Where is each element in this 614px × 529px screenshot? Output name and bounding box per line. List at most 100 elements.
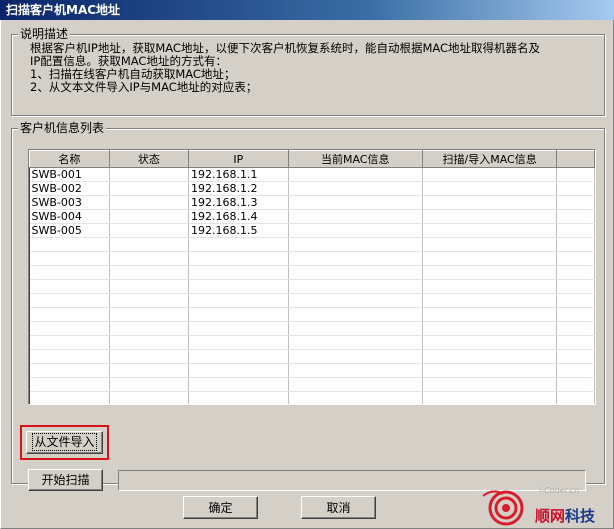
empty-cell [188, 321, 289, 336]
cancel-button[interactable]: 取消 [301, 496, 376, 519]
empty-cell [556, 293, 595, 308]
cell-scanned-mac [422, 209, 558, 224]
cell-filler [556, 223, 595, 238]
empty-cell [556, 237, 595, 252]
empty-row [29, 251, 595, 266]
start-scan-button[interactable]: 开始扫描 [28, 469, 103, 491]
table-row[interactable]: SWB-002 192.168.1.2 [29, 181, 595, 196]
empty-cell [188, 265, 289, 280]
empty-cell [288, 251, 423, 266]
empty-cell [188, 279, 289, 294]
cell-ip: 192.168.1.1 [188, 167, 289, 182]
cell-current-mac [288, 223, 423, 238]
empty-cell [109, 377, 190, 392]
empty-cell [422, 349, 558, 364]
empty-cell [109, 391, 190, 404]
empty-cell [109, 279, 190, 294]
cell-ip: 192.168.1.4 [188, 209, 289, 224]
table-row[interactable]: SWB-003 192.168.1.3 [29, 195, 595, 210]
dialog-body: 说明描述 根据客户机IP地址，获取MAC地址，以便下次客户机恢复系统时，能自动根… [0, 20, 614, 529]
empty-cell [556, 251, 595, 266]
empty-cell [109, 349, 190, 364]
empty-cell [288, 391, 423, 404]
empty-cell [556, 349, 595, 364]
empty-cell [29, 237, 110, 252]
empty-cell [29, 349, 110, 364]
empty-cell [29, 265, 110, 280]
watermark-brand-blue: 科技 [565, 507, 596, 525]
empty-cell [109, 321, 190, 336]
empty-cell [188, 377, 289, 392]
empty-cell [422, 265, 558, 280]
empty-cell [109, 293, 190, 308]
watermark-brand-red: 顺网 [535, 507, 566, 525]
title-bar[interactable]: 扫描客户机MAC地址 [0, 0, 614, 20]
cell-current-mac [288, 181, 423, 196]
client-table: 名称 状态 IP 当前MAC信息 扫描/导入MAC信息 SWB-001 192.1… [29, 150, 595, 404]
empty-cell [556, 335, 595, 350]
empty-cell [188, 391, 289, 404]
empty-row [29, 349, 595, 364]
empty-row [29, 391, 595, 404]
import-from-file-button[interactable]: 从文件导入 [26, 431, 103, 454]
cell-current-mac [288, 167, 423, 182]
empty-cell [556, 307, 595, 322]
cell-scanned-mac [422, 195, 558, 210]
cell-current-mac [288, 195, 423, 210]
empty-cell [422, 391, 558, 404]
empty-cell [288, 307, 423, 322]
cell-status [109, 223, 190, 238]
empty-row [29, 363, 595, 378]
empty-cell [29, 335, 110, 350]
empty-cell [288, 265, 423, 280]
empty-cell [109, 265, 190, 280]
client-list-group-label: 客户机信息列表 [18, 121, 107, 135]
watermark: i-Coder.cn 顺网科技 [479, 486, 609, 528]
empty-row [29, 307, 595, 322]
empty-cell [556, 391, 595, 404]
empty-cell [422, 293, 558, 308]
cell-ip: 192.168.1.3 [188, 195, 289, 210]
column-header-scanned-mac[interactable]: 扫描/导入MAC信息 [421, 150, 558, 168]
empty-cell [188, 293, 289, 308]
client-table-container[interactable]: 名称 状态 IP 当前MAC信息 扫描/导入MAC信息 SWB-001 192.1… [28, 149, 596, 405]
column-header-filler [556, 150, 595, 168]
empty-cell [288, 335, 423, 350]
table-header-row: 名称 状态 IP 当前MAC信息 扫描/导入MAC信息 [29, 150, 595, 168]
empty-cell [109, 363, 190, 378]
description-group-label: 说明描述 [18, 27, 71, 41]
empty-cell [422, 307, 558, 322]
empty-cell [556, 363, 595, 378]
empty-cell [188, 349, 289, 364]
column-header-name[interactable]: 名称 [29, 150, 110, 168]
table-row[interactable]: SWB-005 192.168.1.5 [29, 223, 595, 238]
cell-name: SWB-003 [29, 195, 110, 210]
empty-cell [29, 279, 110, 294]
cell-name: SWB-004 [29, 209, 110, 224]
empty-cell [288, 377, 423, 392]
cell-status [109, 181, 190, 196]
empty-cell [422, 237, 558, 252]
table-row[interactable]: SWB-004 192.168.1.4 [29, 209, 595, 224]
empty-cell [422, 363, 558, 378]
empty-cell [422, 251, 558, 266]
empty-cell [556, 265, 595, 280]
watermark-brand: 顺网科技 [535, 505, 595, 526]
table-row[interactable]: SWB-001 192.168.1.1 [29, 167, 595, 182]
empty-cell [188, 237, 289, 252]
client-list-group: 客户机信息列表 名称 状态 IP 当前MAC信息 扫描/导入MAC信息 SWB-… [11, 121, 605, 491]
empty-row [29, 377, 595, 392]
cell-ip: 192.168.1.5 [188, 223, 289, 238]
empty-cell [109, 307, 190, 322]
cell-ip: 192.168.1.2 [188, 181, 289, 196]
column-header-current-mac[interactable]: 当前MAC信息 [287, 150, 423, 168]
empty-cell [556, 279, 595, 294]
ok-button[interactable]: 确定 [183, 496, 258, 519]
column-header-ip[interactable]: IP [188, 150, 289, 168]
empty-cell [29, 377, 110, 392]
column-header-status[interactable]: 状态 [108, 150, 190, 168]
cell-status [109, 195, 190, 210]
cell-filler [556, 195, 595, 210]
empty-cell [109, 251, 190, 266]
empty-row [29, 265, 595, 280]
